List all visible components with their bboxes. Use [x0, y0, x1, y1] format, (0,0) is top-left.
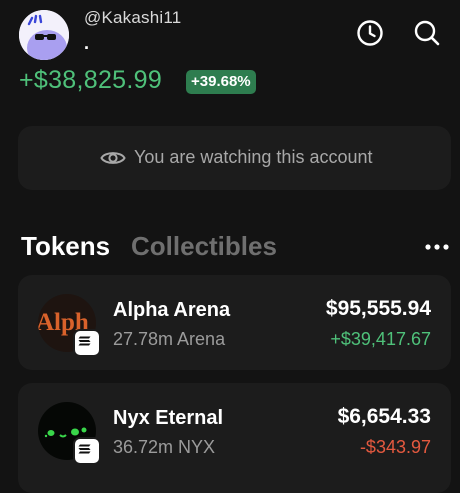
tab-collectibles[interactable]: Collectibles	[131, 231, 277, 262]
chain-badge	[73, 329, 101, 357]
more-options-button[interactable]	[424, 240, 450, 254]
token-name: Nyx Eternal	[113, 407, 224, 429]
token-name: Alpha Arena	[113, 299, 231, 321]
ellipsis-icon	[425, 244, 449, 250]
clock-icon	[357, 20, 383, 46]
chain-badge	[73, 437, 101, 465]
display-name: .	[84, 33, 90, 53]
solana-icon	[78, 336, 91, 346]
search-button[interactable]	[412, 18, 442, 48]
pnl-percent-badge: +39.68%	[186, 70, 256, 94]
history-button[interactable]	[355, 18, 385, 48]
token-change: -$343.97	[359, 437, 431, 457]
tab-tokens[interactable]: Tokens	[21, 231, 110, 262]
token-amount: 36.72m NYX	[113, 437, 216, 457]
token-row-alpha-arena[interactable]: Alph Alpha Arena 27.78m Arena $95,555.94…	[18, 275, 451, 370]
token-amount: 27.78m Arena	[113, 329, 226, 349]
avatar-image	[19, 10, 69, 60]
username: @Kakashi11	[84, 8, 182, 27]
eye-icon	[100, 151, 126, 164]
watching-text: You are watching this account	[134, 147, 373, 167]
avatar[interactable]	[19, 10, 69, 60]
search-icon	[414, 20, 440, 46]
token-change: +$39,417.67	[330, 329, 431, 349]
pnl-amount: +$38,825.99	[19, 66, 163, 94]
token-value: $6,654.33	[337, 405, 431, 428]
token-value: $95,555.94	[325, 297, 431, 320]
token-row-nyx-eternal[interactable]: Nyx Eternal 36.72m NYX $6,654.33 -$343.9…	[18, 383, 451, 493]
watching-banner: You are watching this account	[18, 126, 451, 190]
solana-icon	[78, 444, 91, 454]
